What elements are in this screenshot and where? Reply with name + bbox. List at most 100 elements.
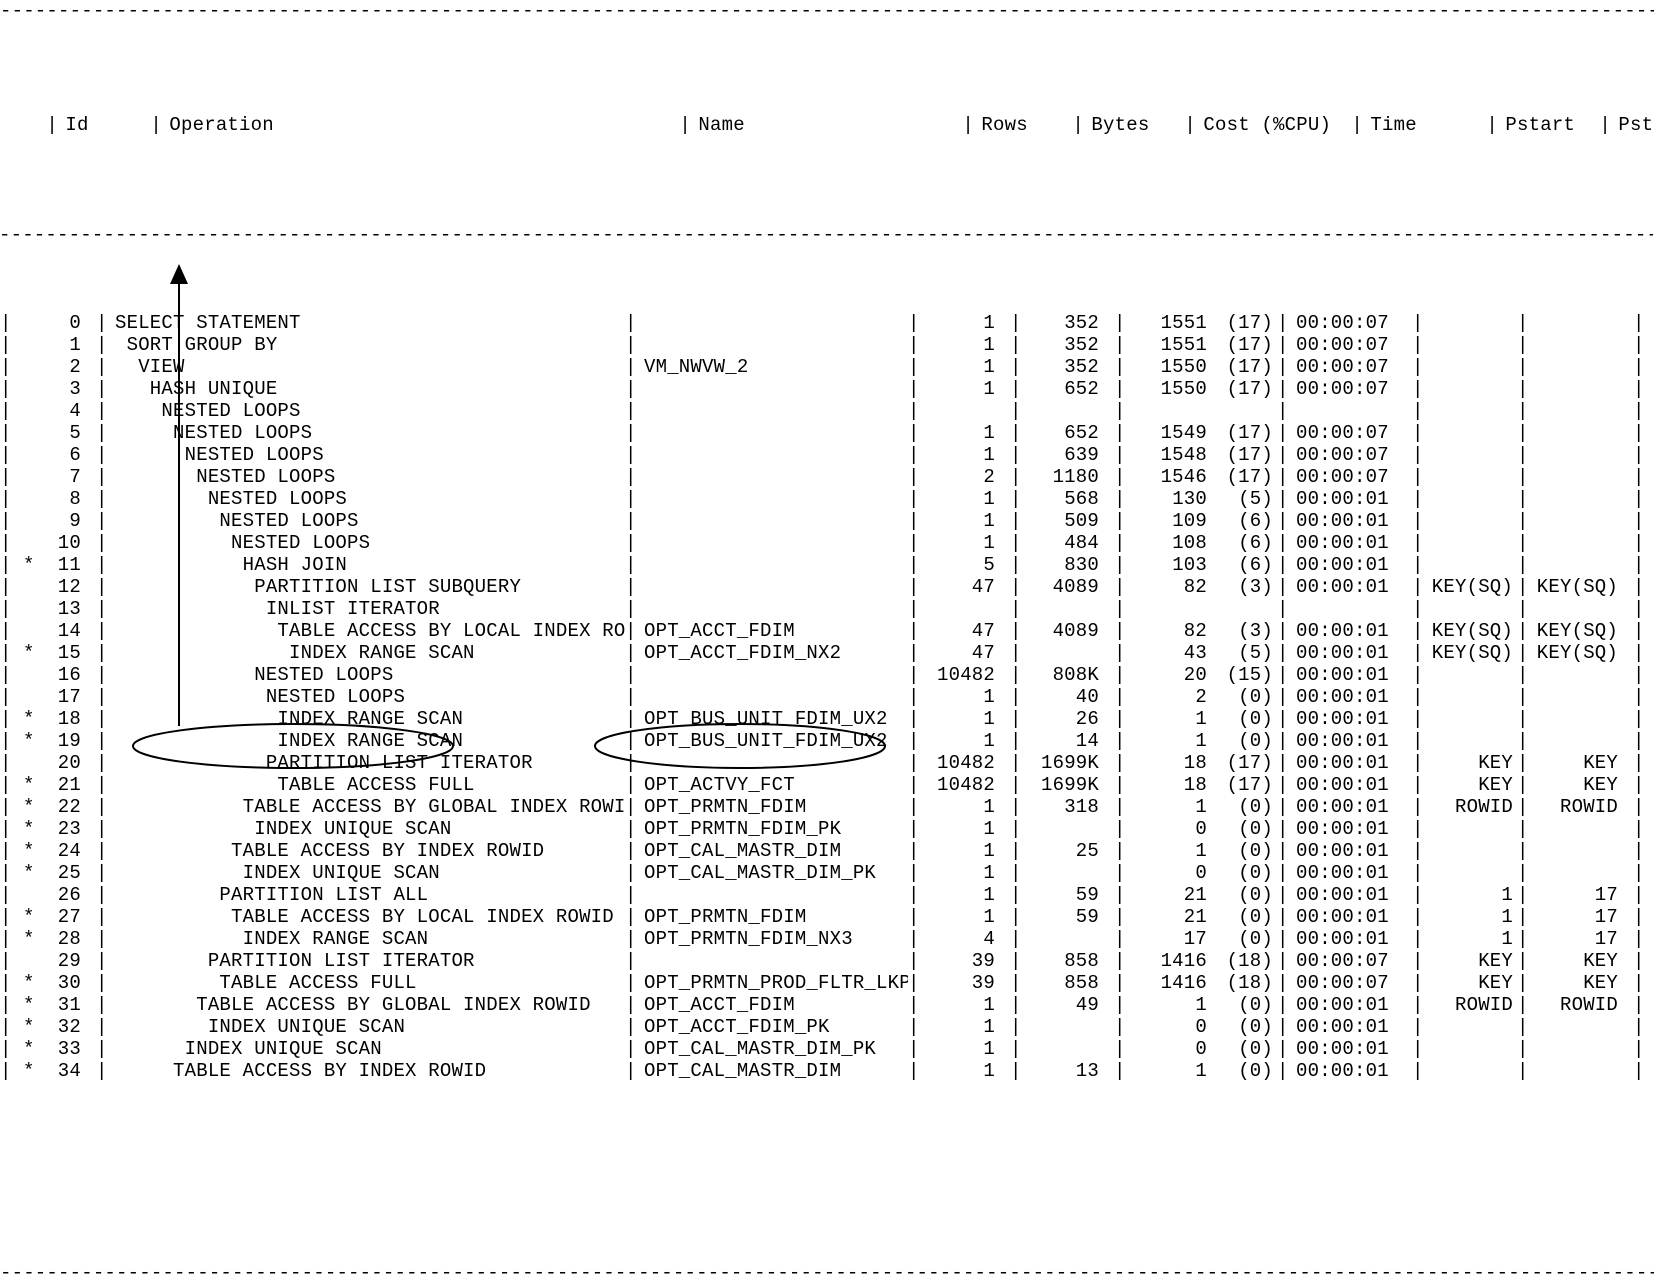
cell-id: * 11 — [11, 554, 85, 576]
cell-pstart: 1 — [1423, 906, 1517, 928]
table-row: | 29 | PARTITION LIST ITERATOR||39 |858 … — [0, 950, 1654, 972]
cell-cost: 1 — [1125, 796, 1209, 818]
table-row: |* 11 | HASH JOIN||5 |830 |103(6)|00:00:… — [0, 554, 1654, 576]
cell-rows: 1 — [919, 444, 999, 466]
table-row: | 9 | NESTED LOOPS||1 |509 |109(6)|00:00… — [0, 510, 1654, 532]
cell-cost: 82 — [1125, 576, 1209, 598]
cell-cpu: (0) — [1209, 1060, 1277, 1082]
cell-id: * 23 — [11, 818, 85, 840]
cell-cost: 109 — [1125, 510, 1209, 532]
cell-time: 00:00:07 — [1288, 334, 1412, 356]
cell-pstop: KEY — [1528, 752, 1622, 774]
table-row: |* 22 | TABLE ACCESS BY GLOBAL INDEX ROW… — [0, 796, 1654, 818]
cell-cpu: (17) — [1209, 774, 1277, 796]
cell-time: 00:00:01 — [1288, 906, 1412, 928]
cell-rows: 1 — [919, 862, 999, 884]
cell-id: * 31 — [11, 994, 85, 1016]
cell-id: * 18 — [11, 708, 85, 730]
hdr-operation: Operation — [161, 114, 679, 136]
cell-id: * 15 — [11, 642, 85, 664]
cell-time: 00:00:01 — [1288, 928, 1412, 950]
cell-cost: 1416 — [1125, 972, 1209, 994]
cell-id: * 25 — [11, 862, 85, 884]
cell-cpu: (5) — [1209, 488, 1277, 510]
table-row: | 14 | TABLE ACCESS BY LOCAL INDEX ROWID… — [0, 620, 1654, 642]
cell-cost: 20 — [1125, 664, 1209, 686]
arrow-annotation — [178, 266, 180, 726]
cell-id: 20 — [11, 752, 85, 774]
cell-time: 00:00:01 — [1288, 884, 1412, 906]
cell-cost: 130 — [1125, 488, 1209, 510]
cell-cpu: (0) — [1209, 928, 1277, 950]
cell-bytes: 1699K — [1021, 752, 1103, 774]
cell-pstart: KEY — [1423, 950, 1517, 972]
cell-name: OPT_BUS_UNIT_FDIM_UX2 — [636, 708, 908, 730]
cell-operation: TABLE ACCESS FULL — [107, 972, 625, 994]
cell-cost: 0 — [1125, 818, 1209, 840]
cell-time: 00:00:01 — [1288, 1038, 1412, 1060]
cell-name: OPT_PRMTN_FDIM_PK — [636, 818, 908, 840]
cell-cost: 1550 — [1125, 356, 1209, 378]
cell-pstart: 1 — [1423, 884, 1517, 906]
cell-operation: INDEX RANGE SCAN — [107, 642, 625, 664]
cell-operation: TABLE ACCESS BY INDEX ROWID — [107, 1060, 625, 1082]
cell-pstart: KEY(SQ) — [1423, 642, 1517, 664]
cell-cpu: (0) — [1209, 994, 1277, 1016]
cell-cpu: (0) — [1209, 708, 1277, 730]
cell-bytes: 40 — [1021, 686, 1103, 708]
cell-pstop: KEY(SQ) — [1528, 576, 1622, 598]
table-row: | 2 | VIEW|VM_NWVW_2|1 |352 |1550(17)|00… — [0, 356, 1654, 378]
cell-id: 6 — [11, 444, 85, 466]
cell-time: 00:00:01 — [1288, 510, 1412, 532]
cell-rows: 47 — [919, 642, 999, 664]
cell-id: * 19 — [11, 730, 85, 752]
cell-id: 29 — [11, 950, 85, 972]
cell-pstart: KEY(SQ) — [1423, 620, 1517, 642]
cell-pstop: 17 — [1528, 928, 1622, 950]
cell-rows: 1 — [919, 730, 999, 752]
cell-operation: TABLE ACCESS BY LOCAL INDEX ROWID — [107, 906, 625, 928]
cell-bytes: 652 — [1021, 422, 1103, 444]
cell-name: OPT_PRMTN_FDIM — [636, 906, 908, 928]
cell-operation: NESTED LOOPS — [107, 532, 625, 554]
cell-rows: 1 — [919, 356, 999, 378]
cell-bytes: 509 — [1021, 510, 1103, 532]
cell-operation: NESTED LOOPS — [107, 488, 625, 510]
cell-time: 00:00:07 — [1288, 356, 1412, 378]
cell-rows: 1 — [919, 312, 999, 334]
cell-rows: 1 — [919, 840, 999, 862]
cell-name: OPT_PRMTN_FDIM — [636, 796, 908, 818]
cell-id: 2 — [11, 356, 85, 378]
cell-pstop: KEY — [1528, 774, 1622, 796]
cell-rows: 1 — [919, 686, 999, 708]
hdr-pstart: Pstart — [1497, 114, 1599, 136]
table-row: | 5 | NESTED LOOPS||1 |652 |1549(17)|00:… — [0, 422, 1654, 444]
cell-bytes: 858 — [1021, 950, 1103, 972]
table-row: |* 19 | INDEX RANGE SCAN|OPT_BUS_UNIT_FD… — [0, 730, 1654, 752]
cell-rows: 1 — [919, 334, 999, 356]
table-row: | 0 |SELECT STATEMENT||1 |352 |1551(17)|… — [0, 312, 1654, 334]
cell-cost: 1549 — [1125, 422, 1209, 444]
cell-cost: 1548 — [1125, 444, 1209, 466]
table-row: | 4 | NESTED LOOPS|| | |||| | — [0, 400, 1654, 422]
cell-name: OPT_BUS_UNIT_FDIM_UX2 — [636, 730, 908, 752]
cell-cost: 17 — [1125, 928, 1209, 950]
cell-operation: INLIST ITERATOR — [107, 598, 625, 620]
cell-cpu: (5) — [1209, 642, 1277, 664]
cell-operation: INDEX UNIQUE SCAN — [107, 1038, 625, 1060]
cell-time: 00:00:01 — [1288, 576, 1412, 598]
cell-cost: 2 — [1125, 686, 1209, 708]
cell-rows: 47 — [919, 620, 999, 642]
cell-time: 00:00:07 — [1288, 444, 1412, 466]
cell-time: 00:00:01 — [1288, 488, 1412, 510]
cell-time: 00:00:07 — [1288, 972, 1412, 994]
cell-rows: 39 — [919, 950, 999, 972]
cell-rows: 1 — [919, 708, 999, 730]
cell-operation: INDEX UNIQUE SCAN — [107, 862, 625, 884]
cell-cpu: (6) — [1209, 510, 1277, 532]
cell-bytes: 352 — [1021, 312, 1103, 334]
cell-id: 12 — [11, 576, 85, 598]
cell-id: 13 — [11, 598, 85, 620]
cell-cpu: (3) — [1209, 576, 1277, 598]
cell-name: VM_NWVW_2 — [636, 356, 908, 378]
